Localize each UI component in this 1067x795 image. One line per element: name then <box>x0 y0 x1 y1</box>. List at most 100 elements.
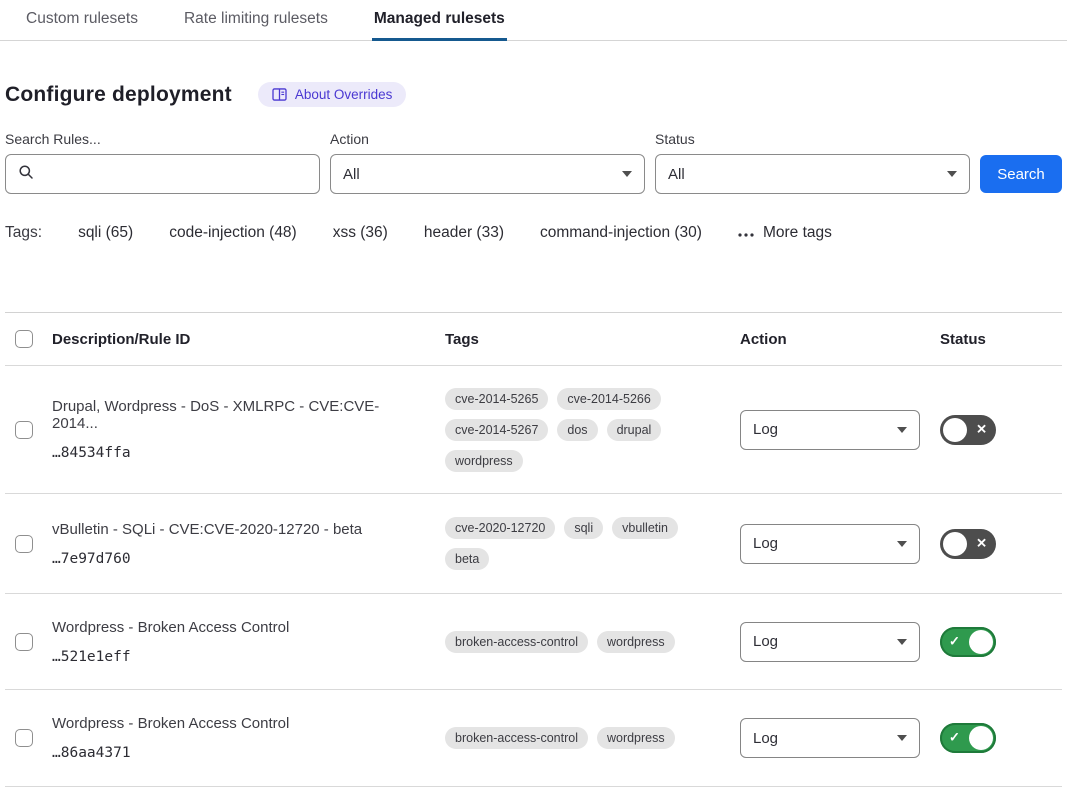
toggle-off-icon: ✕ <box>976 421 987 437</box>
chevron-down-icon <box>897 735 907 741</box>
rule-action-select[interactable]: Log <box>740 718 920 758</box>
tag-pill: broken-access-control <box>445 631 588 653</box>
action-filter-field: Action All <box>330 131 645 194</box>
row-checkbox[interactable] <box>15 421 33 439</box>
more-tags-label: More tags <box>763 224 832 242</box>
chevron-down-icon <box>947 171 957 177</box>
rule-action-select[interactable]: Log <box>740 410 920 450</box>
toggle-knob <box>969 726 993 750</box>
row-checkbox[interactable] <box>15 729 33 747</box>
tags-bar: Tags: sqli (65) code-injection (48) xss … <box>5 224 1062 242</box>
tag-pill: cve-2014-5267 <box>445 419 548 441</box>
chevron-down-icon <box>622 171 632 177</box>
rule-id: …84534ffa <box>52 445 421 461</box>
tab-custom-rulesets[interactable]: Custom rulesets <box>24 0 140 40</box>
tag-pill: dos <box>557 419 597 441</box>
rule-title: Drupal, Wordpress - DoS - XMLRPC - CVE:C… <box>52 398 421 432</box>
rule-title: Wordpress - Broken Access Control <box>52 715 421 732</box>
rule-tags: broken-access-control wordpress <box>445 727 731 749</box>
chevron-down-icon <box>897 541 907 547</box>
search-field: Search Rules... <box>5 131 320 194</box>
tag-pill: cve-2014-5265 <box>445 388 548 410</box>
status-filter-select[interactable]: All <box>655 154 970 194</box>
action-filter-select[interactable]: All <box>330 154 645 194</box>
search-button[interactable]: Search <box>980 155 1062 193</box>
tag-pill: wordpress <box>597 631 675 653</box>
toggle-knob <box>969 630 993 654</box>
tag-filter-header[interactable]: header (33) <box>424 224 504 242</box>
rule-status-toggle[interactable]: ✓ <box>940 723 996 753</box>
rule-tags: cve-2014-5265 cve-2014-5266 cve-2014-526… <box>445 388 731 472</box>
table-row: Drupal, Wordpress - DoS - XMLRPC - CVE:C… <box>5 366 1062 494</box>
ellipsis-icon <box>738 224 754 242</box>
more-tags-link[interactable]: More tags <box>738 224 832 242</box>
page-title: Configure deployment <box>5 83 232 107</box>
action-filter-value: All <box>343 166 360 183</box>
search-input[interactable] <box>42 166 307 183</box>
toggle-off-icon: ✕ <box>976 535 987 551</box>
table-row: vBulletin - SQLi - CVE:CVE-2020-12720 - … <box>5 494 1062 594</box>
rule-action-value: Log <box>753 535 778 552</box>
status-filter-value: All <box>668 166 685 183</box>
search-icon <box>18 164 34 184</box>
page-header: Configure deployment About Overrides <box>5 82 1062 107</box>
about-overrides-link[interactable]: About Overrides <box>258 82 407 107</box>
column-header-description: Description/Rule ID <box>52 331 445 348</box>
tag-filter-sqli[interactable]: sqli (65) <box>78 224 133 242</box>
tag-filter-command-injection[interactable]: command-injection (30) <box>540 224 702 242</box>
status-filter-label: Status <box>655 131 970 147</box>
book-icon <box>272 88 287 101</box>
tag-pill: broken-access-control <box>445 727 588 749</box>
rule-tags: cve-2020-12720 sqli vbulletin beta <box>445 517 731 570</box>
search-label: Search Rules... <box>5 131 320 147</box>
tag-pill: sqli <box>564 517 603 539</box>
tag-pill: wordpress <box>597 727 675 749</box>
table-row: Wordpress - Broken Access Control …521e1… <box>5 594 1062 690</box>
tags-bar-label: Tags: <box>5 224 42 242</box>
rule-action-value: Log <box>753 730 778 747</box>
search-input-box <box>5 154 320 194</box>
tag-pill: vbulletin <box>612 517 678 539</box>
tag-pill: drupal <box>607 419 662 441</box>
rule-tags: broken-access-control wordpress <box>445 631 731 653</box>
column-header-status: Status <box>940 331 1062 348</box>
rule-title: vBulletin - SQLi - CVE:CVE-2020-12720 - … <box>52 521 421 538</box>
rule-status-toggle[interactable]: ✕ <box>940 529 996 559</box>
row-checkbox[interactable] <box>15 535 33 553</box>
tag-pill: beta <box>445 548 489 570</box>
filter-row: Search Rules... Action All Status <box>5 131 1062 194</box>
toggle-on-icon: ✓ <box>949 730 960 746</box>
column-header-action: Action <box>740 331 940 348</box>
toggle-knob <box>943 418 967 442</box>
status-filter-field: Status All <box>655 131 970 194</box>
select-all-checkbox[interactable] <box>15 330 33 348</box>
tag-filter-code-injection[interactable]: code-injection (48) <box>169 224 297 242</box>
rule-status-toggle[interactable]: ✓ <box>940 627 996 657</box>
about-overrides-label: About Overrides <box>295 87 393 102</box>
toggle-knob <box>943 532 967 556</box>
rules-table: Description/Rule ID Tags Action Status D… <box>5 312 1062 787</box>
chevron-down-icon <box>897 639 907 645</box>
action-filter-label: Action <box>330 131 645 147</box>
toggle-on-icon: ✓ <box>949 633 960 649</box>
tab-rate-limiting-rulesets[interactable]: Rate limiting rulesets <box>182 0 330 40</box>
rule-status-toggle[interactable]: ✕ <box>940 415 996 445</box>
rule-action-select[interactable]: Log <box>740 622 920 662</box>
tag-filter-xss[interactable]: xss (36) <box>333 224 388 242</box>
rule-action-select[interactable]: Log <box>740 524 920 564</box>
table-row: Wordpress - Broken Access Control …86aa4… <box>5 690 1062 787</box>
rule-action-value: Log <box>753 633 778 650</box>
ruleset-tabbar: Custom rulesets Rate limiting rulesets M… <box>0 0 1067 41</box>
tab-managed-rulesets[interactable]: Managed rulesets <box>372 0 507 41</box>
rule-id: …521e1eff <box>52 649 421 665</box>
column-header-tags: Tags <box>445 331 740 348</box>
row-checkbox[interactable] <box>15 633 33 651</box>
rule-title: Wordpress - Broken Access Control <box>52 619 421 636</box>
rule-id: …86aa4371 <box>52 745 421 761</box>
tag-pill: cve-2014-5266 <box>557 388 660 410</box>
tag-pill: cve-2020-12720 <box>445 517 555 539</box>
table-header-row: Description/Rule ID Tags Action Status <box>5 313 1062 366</box>
rule-id: …7e97d760 <box>52 551 421 567</box>
tag-pill: wordpress <box>445 450 523 472</box>
chevron-down-icon <box>897 427 907 433</box>
